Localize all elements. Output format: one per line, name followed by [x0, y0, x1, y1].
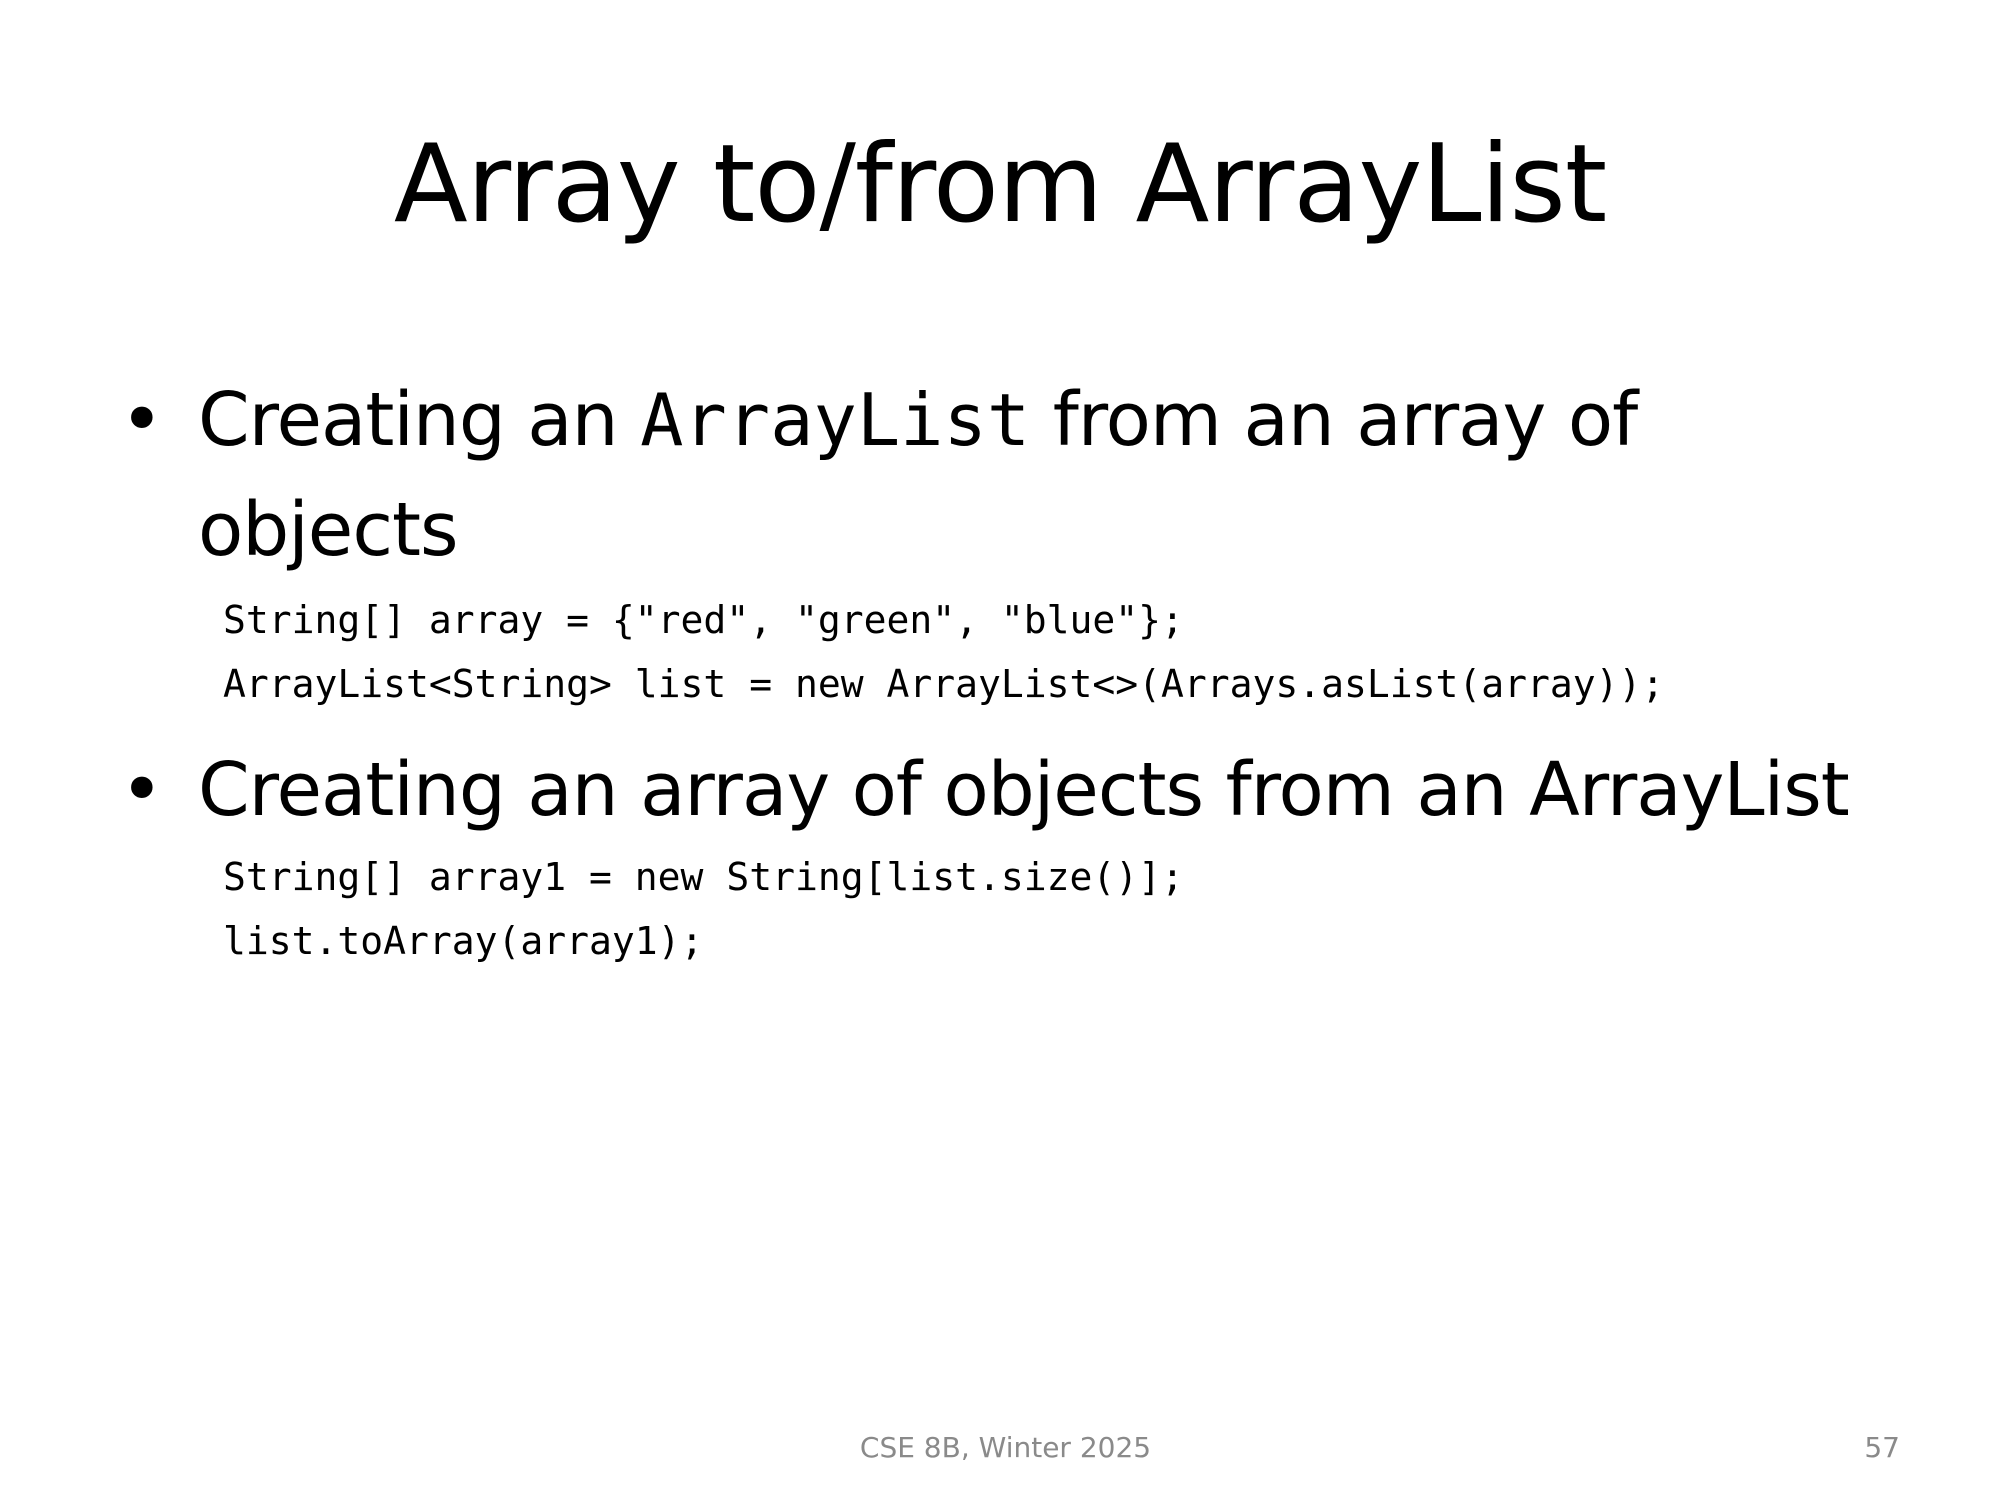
bullet-text: Creating an array of objects from an Arr… [198, 747, 1850, 833]
slide-title: Array to/from ArrayList [393, 122, 1607, 247]
bullet-marker: • [120, 747, 164, 833]
code-line: list.toArray(array1); [223, 919, 704, 963]
footer-course: CSE 8B, Winter 2025 [859, 1431, 1152, 1464]
footer-page-number: 57 [1864, 1431, 1900, 1464]
bullet-marker: • [120, 377, 164, 463]
bullet-item-1: • Creating an ArrayList from an array of… [120, 365, 1900, 585]
slide: Array to/from ArrayList • Creating an Ar… [0, 0, 2000, 1500]
code-line: String[] array = {"red", "green", "blue"… [223, 598, 1184, 642]
code-line: ArrayList<String> list = new ArrayList<>… [223, 662, 1665, 706]
bullet-text: Creating an ArrayList from an array of o… [198, 365, 1858, 585]
bullet-item-2: • Creating an array of objects from an A… [120, 735, 1900, 845]
code-line: String[] array1 = new String[list.size()… [223, 855, 1184, 899]
bullet-text-before: Creating an [198, 377, 641, 463]
inline-code: ArrayList [640, 378, 1031, 462]
